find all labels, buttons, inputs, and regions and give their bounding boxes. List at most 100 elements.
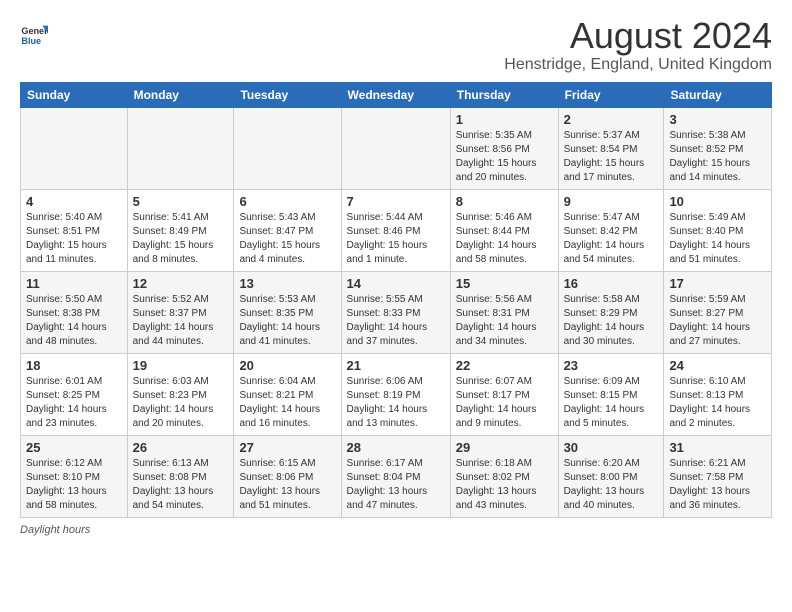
calendar-cell: 6 Sunrise: 5:43 AMSunset: 8:47 PMDaylight… — [234, 189, 341, 271]
day-info: Sunrise: 5:52 AMSunset: 8:37 PMDaylight:… — [133, 293, 229, 349]
calendar-cell: 27Sunrise: 6:15 AMSunset: 8:06 PMDayligh… — [234, 435, 341, 517]
calendar-cell: 20 Sunrise: 6:04 AMSunset: 8:21 PMDayligh… — [234, 353, 341, 435]
day-number: 10 — [669, 194, 766, 209]
day-number: 7 — [347, 194, 445, 209]
day-info: Sunrise: 5:58 AMSunset: 8:29 PMDaylight:… — [564, 293, 659, 349]
day-info: Sunrise: 5:40 AMSunset: 8:51 PMDaylight:… — [26, 211, 122, 267]
day-number: 5 — [133, 194, 229, 209]
day-number: 23 — [564, 358, 659, 373]
day-number: 21 — [347, 358, 445, 373]
calendar-body: 1 Sunrise: 5:35 AMSunset: 8:56 PMDaylight… — [21, 107, 772, 517]
day-number: 1 — [456, 112, 553, 127]
footer: Daylight hours — [20, 524, 772, 536]
day-info: Sunrise: 6:10 AMSunset: 8:13 PMDaylight:… — [669, 375, 766, 431]
day-info: Sunrise: 5:50 AMSunset: 8:38 PMDaylight:… — [26, 293, 122, 349]
day-number: 20 — [239, 358, 335, 373]
day-number: 4 — [26, 194, 122, 209]
day-info: Sunrise: 5:47 AMSunset: 8:42 PMDaylight:… — [564, 211, 659, 267]
day-number: 16 — [564, 276, 659, 291]
day-info: Sunrise: 6:09 AMSunset: 8:15 PMDaylight:… — [564, 375, 659, 431]
col-friday: Friday — [558, 82, 664, 107]
day-info: Sunrise: 5:53 AMSunset: 8:35 PMDaylight:… — [239, 293, 335, 349]
calendar-cell — [341, 107, 450, 189]
calendar-header: Sunday Monday Tuesday Wednesday Thursday… — [21, 82, 772, 107]
calendar-week-5: 25 Sunrise: 6:12 AMSunset: 8:10 PMDayligh… — [21, 435, 772, 517]
footer-label: Daylight hours — [20, 524, 90, 536]
day-info: Sunrise: 6:17 AMSunset: 8:04 PMDaylight:… — [347, 457, 445, 513]
calendar-cell: 21Sunrise: 6:06 AMSunset: 8:19 PMDayligh… — [341, 353, 450, 435]
subtitle: Henstridge, England, United Kingdom — [504, 56, 772, 74]
day-info: Sunrise: 6:15 AMSunset: 8:06 PMDaylight:… — [239, 457, 335, 513]
day-number: 30 — [564, 440, 659, 455]
day-info: Sunrise: 6:07 AMSunset: 8:17 PMDaylight:… — [456, 375, 553, 431]
logo-icon: General Blue — [20, 20, 48, 48]
day-number: 14 — [347, 276, 445, 291]
col-monday: Monday — [127, 82, 234, 107]
calendar-cell: 31Sunrise: 6:21 AMSunset: 7:58 PMDayligh… — [664, 435, 772, 517]
svg-text:Blue: Blue — [21, 36, 41, 46]
header: General Blue August 2024 Henstridge, Eng… — [20, 16, 772, 74]
day-info: Sunrise: 6:01 AMSunset: 8:25 PMDaylight:… — [26, 375, 122, 431]
day-number: 26 — [133, 440, 229, 455]
calendar-cell: 24Sunrise: 6:10 AMSunset: 8:13 PMDayligh… — [664, 353, 772, 435]
day-number: 25 — [26, 440, 122, 455]
day-info: Sunrise: 5:35 AMSunset: 8:56 PMDaylight:… — [456, 129, 553, 185]
day-info: Sunrise: 6:03 AMSunset: 8:23 PMDaylight:… — [133, 375, 229, 431]
calendar-cell: 25 Sunrise: 6:12 AMSunset: 8:10 PMDayligh… — [21, 435, 128, 517]
calendar-cell: 26Sunrise: 6:13 AMSunset: 8:08 PMDayligh… — [127, 435, 234, 517]
day-info: Sunrise: 6:04 AMSunset: 8:21 PMDaylight:… — [239, 375, 335, 431]
day-number: 9 — [564, 194, 659, 209]
calendar-cell: 7 Sunrise: 5:44 AMSunset: 8:46 PMDaylight… — [341, 189, 450, 271]
day-info: Sunrise: 5:59 AMSunset: 8:27 PMDaylight:… — [669, 293, 766, 349]
calendar-cell: 1 Sunrise: 5:35 AMSunset: 8:56 PMDaylight… — [450, 107, 558, 189]
calendar-cell: 22Sunrise: 6:07 AMSunset: 8:17 PMDayligh… — [450, 353, 558, 435]
calendar-cell: 29 Sunrise: 6:18 AMSunset: 8:02 PMDayligh… — [450, 435, 558, 517]
day-number: 19 — [133, 358, 229, 373]
day-number: 3 — [669, 112, 766, 127]
calendar-cell: 11 Sunrise: 5:50 AMSunset: 8:38 PMDayligh… — [21, 271, 128, 353]
day-info: Sunrise: 5:43 AMSunset: 8:47 PMDaylight:… — [239, 211, 335, 267]
calendar-cell: 9 Sunrise: 5:47 AMSunset: 8:42 PMDaylight… — [558, 189, 664, 271]
calendar-cell: 18 Sunrise: 6:01 AMSunset: 8:25 PMDayligh… — [21, 353, 128, 435]
day-info: Sunrise: 5:55 AMSunset: 8:33 PMDaylight:… — [347, 293, 445, 349]
day-number: 13 — [239, 276, 335, 291]
day-info: Sunrise: 5:46 AMSunset: 8:44 PMDaylight:… — [456, 211, 553, 267]
day-info: Sunrise: 6:18 AMSunset: 8:02 PMDaylight:… — [456, 457, 553, 513]
calendar-cell: 12Sunrise: 5:52 AMSunset: 8:37 PMDayligh… — [127, 271, 234, 353]
calendar-cell: 28 Sunrise: 6:17 AMSunset: 8:04 PMDayligh… — [341, 435, 450, 517]
day-number: 29 — [456, 440, 553, 455]
day-number: 31 — [669, 440, 766, 455]
calendar-week-4: 18 Sunrise: 6:01 AMSunset: 8:25 PMDayligh… — [21, 353, 772, 435]
calendar-week-3: 11 Sunrise: 5:50 AMSunset: 8:38 PMDayligh… — [21, 271, 772, 353]
day-number: 6 — [239, 194, 335, 209]
calendar-cell: 30Sunrise: 6:20 AMSunset: 8:00 PMDayligh… — [558, 435, 664, 517]
day-number: 15 — [456, 276, 553, 291]
day-number: 28 — [347, 440, 445, 455]
calendar-cell: 3 Sunrise: 5:38 AMSunset: 8:52 PMDaylight… — [664, 107, 772, 189]
day-info: Sunrise: 5:38 AMSunset: 8:52 PMDaylight:… — [669, 129, 766, 185]
day-info: Sunrise: 5:44 AMSunset: 8:46 PMDaylight:… — [347, 211, 445, 267]
main-title: August 2024 — [504, 16, 772, 56]
day-number: 18 — [26, 358, 122, 373]
header-row: Sunday Monday Tuesday Wednesday Thursday… — [21, 82, 772, 107]
day-info: Sunrise: 6:12 AMSunset: 8:10 PMDaylight:… — [26, 457, 122, 513]
day-number: 11 — [26, 276, 122, 291]
calendar-cell: 19 Sunrise: 6:03 AMSunset: 8:23 PMDayligh… — [127, 353, 234, 435]
calendar-cell: 14 Sunrise: 5:55 AMSunset: 8:33 PMDayligh… — [341, 271, 450, 353]
calendar-cell — [21, 107, 128, 189]
day-info: Sunrise: 5:49 AMSunset: 8:40 PMDaylight:… — [669, 211, 766, 267]
page: General Blue August 2024 Henstridge, Eng… — [0, 0, 792, 546]
day-info: Sunrise: 5:37 AMSunset: 8:54 PMDaylight:… — [564, 129, 659, 185]
calendar-cell: 2Sunrise: 5:37 AMSunset: 8:54 PMDaylight… — [558, 107, 664, 189]
calendar-table: Sunday Monday Tuesday Wednesday Thursday… — [20, 82, 772, 518]
calendar-cell: 5Sunrise: 5:41 AMSunset: 8:49 PMDaylight… — [127, 189, 234, 271]
calendar-cell: 8 Sunrise: 5:46 AMSunset: 8:44 PMDaylight… — [450, 189, 558, 271]
calendar-cell — [234, 107, 341, 189]
col-saturday: Saturday — [664, 82, 772, 107]
logo: General Blue — [20, 20, 50, 48]
day-number: 17 — [669, 276, 766, 291]
day-number: 8 — [456, 194, 553, 209]
calendar-cell: 4 Sunrise: 5:40 AMSunset: 8:51 PMDaylight… — [21, 189, 128, 271]
calendar-week-2: 4 Sunrise: 5:40 AMSunset: 8:51 PMDaylight… — [21, 189, 772, 271]
calendar-cell: 16 Sunrise: 5:58 AMSunset: 8:29 PMDayligh… — [558, 271, 664, 353]
